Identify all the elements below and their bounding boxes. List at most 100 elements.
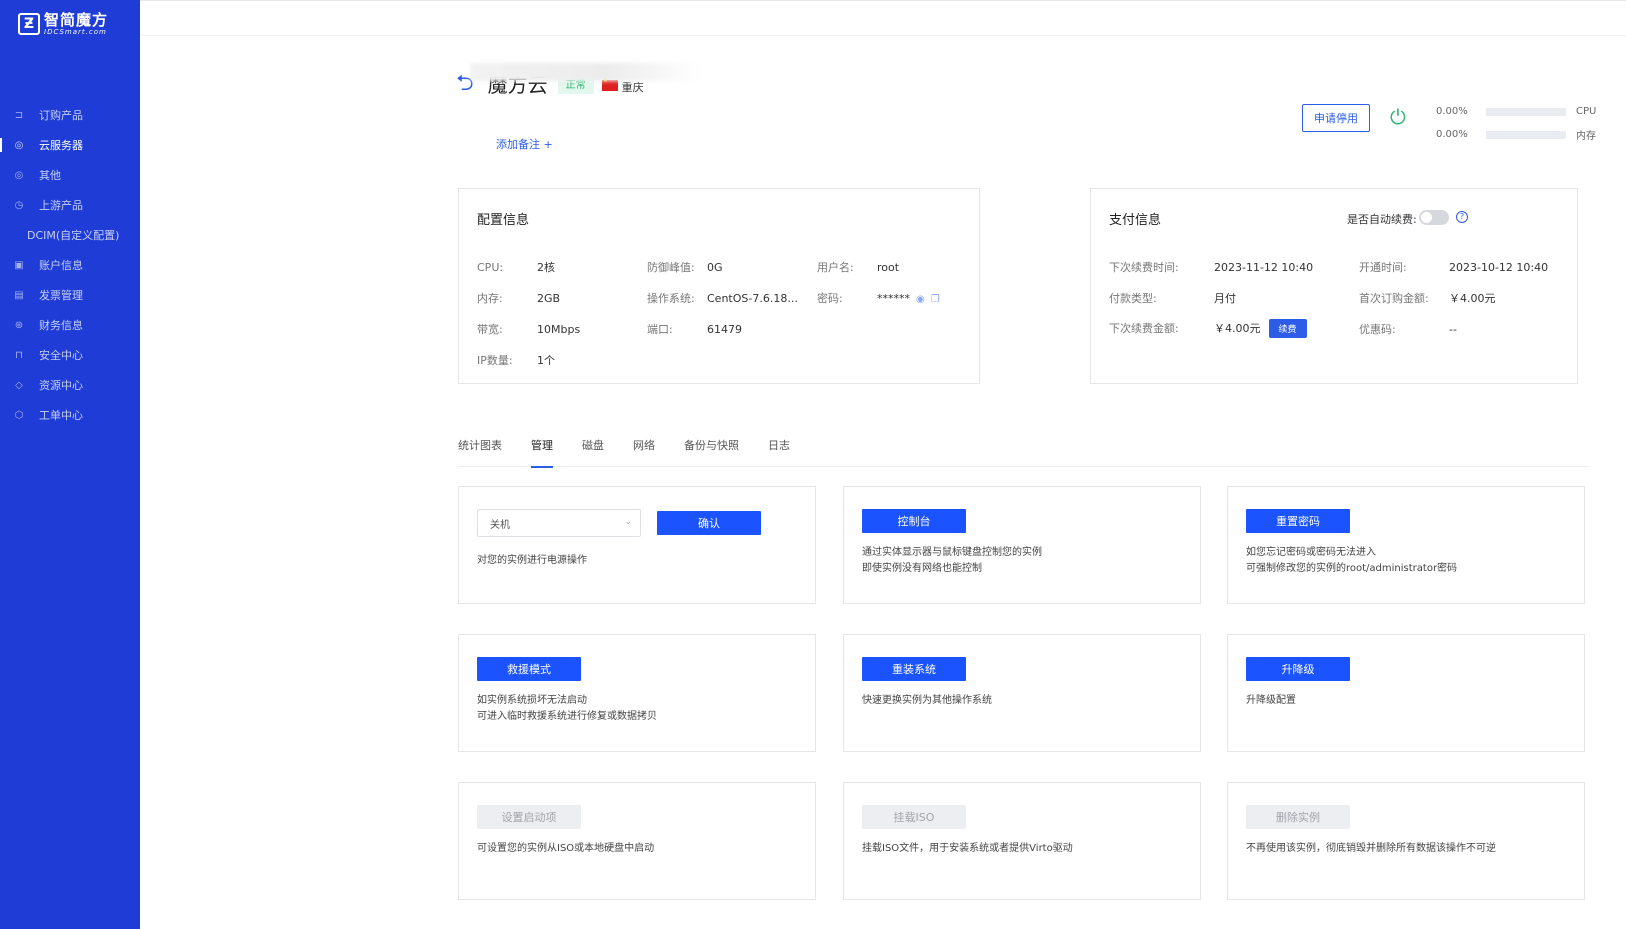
config-value: root: [877, 261, 900, 274]
brand-logo[interactable]: Ƶ 智简魔方 IDCSmart.com: [18, 10, 108, 38]
payment-value: 2023-11-12 10:40: [1214, 261, 1314, 274]
config-port: 端口: 61479: [647, 321, 742, 337]
payment-card: 支付信息 是否自动续费: ? 下次续费时间: 2023-11-12 10:40 付…: [1090, 188, 1578, 384]
mount-iso-card: 挂载ISO 挂载ISO文件，用于安装系统或者提供Virto驱动: [843, 782, 1201, 900]
console-desc-line1: 通过实体显示器与鼠标键盘控制您的实例: [862, 547, 1042, 558]
help-icon[interactable]: ?: [1456, 211, 1468, 223]
sidebar-item-label: 发票管理: [39, 289, 83, 302]
china-flag-icon: [601, 77, 618, 91]
sidebar-item-dcim[interactable]: DCIM(自定义配置): [0, 220, 140, 250]
lock-icon: ⊓: [15, 349, 23, 361]
reinstall-desc: 快速更换实例为其他操作系统: [862, 693, 992, 709]
payment-value: --: [1449, 323, 1457, 336]
payment-value: 月付: [1214, 292, 1236, 305]
upgrade-button[interactable]: 升降级: [1246, 657, 1350, 681]
config-bandwidth: 带宽: 10Mbps: [477, 321, 580, 337]
payment-value: 2023-10-12 10:40: [1449, 261, 1549, 274]
payment-key: 下次续费时间:: [1109, 261, 1179, 274]
confirm-button[interactable]: 确认: [657, 511, 761, 535]
memory-usage: 0.00% 内存: [1436, 123, 1606, 146]
cpu-usage-value: 0.00%: [1436, 106, 1468, 117]
power-action-select[interactable]: 关机 ⌄: [477, 509, 641, 537]
config-cpu: CPU: 2核: [477, 259, 555, 275]
cpu-usage-bar: [1486, 107, 1566, 116]
renew-button[interactable]: 续费: [1268, 319, 1307, 338]
power-desc-line: 对您的实例进行电源操作: [477, 555, 587, 566]
payment-key: 付款类型:: [1109, 292, 1157, 305]
tab-manage[interactable]: 管理: [531, 437, 553, 468]
payment-key: 首次订购金额:: [1359, 292, 1429, 305]
power-icon[interactable]: ⏻: [1390, 107, 1410, 127]
reset-password-desc-line2: 可强制修改您的实例的root/administrator密码: [1246, 563, 1458, 574]
boot-order-desc-line1: 可设置您的实例从ISO或本地硬盘中启动: [477, 843, 655, 854]
rescue-card: 救援模式 如实例系统损坏无法启动 可进入临时救援系统进行修复或数据拷贝: [458, 634, 816, 752]
config-value: 2核: [537, 261, 555, 274]
delete-instance-button[interactable]: 删除实例: [1246, 805, 1350, 829]
cpu-usage-label: CPU: [1576, 106, 1597, 117]
rescue-desc-line2: 可进入临时救援系统进行修复或数据拷贝: [477, 711, 657, 722]
invoice-icon: ▤: [14, 289, 24, 301]
tab-stats[interactable]: 统计图表: [458, 437, 502, 467]
sidebar-item-ticket[interactable]: ⬡ 工单中心: [0, 400, 140, 430]
cpu-usage: 0.00% CPU: [1436, 100, 1606, 123]
config-value: 1个: [537, 354, 555, 367]
detail-tabs: 统计图表 管理 磁盘 网络 备份与快照 日志: [458, 437, 1588, 468]
sidebar-item-label: 订购产品: [39, 109, 83, 122]
sidebar-item-resource[interactable]: ◇ 资源中心: [0, 370, 140, 400]
reset-password-desc: 如您忘记密码或密码无法进入 可强制修改您的实例的root/administrato…: [1246, 545, 1457, 577]
tab-log[interactable]: 日志: [768, 437, 790, 467]
sidebar-item-order[interactable]: ⊐ 订购产品: [0, 100, 140, 130]
reinstall-button[interactable]: 重装系统: [862, 657, 966, 681]
sidebar-item-finance[interactable]: ⊛ 财务信息: [0, 310, 140, 340]
open-time: 开通时间: 2023-10-12 10:40: [1359, 259, 1548, 275]
memory-usage-label: 内存: [1576, 131, 1596, 142]
cart-icon: ⊐: [14, 109, 24, 121]
sidebar-item-label: 上游产品: [39, 199, 83, 212]
apply-stop-button[interactable]: 申请停用: [1302, 104, 1370, 132]
copy-icon[interactable]: ❐: [931, 294, 940, 305]
ticket-icon: ⬡: [14, 409, 24, 421]
tab-backup[interactable]: 备份与快照: [684, 437, 739, 467]
config-memory: 内存: 2GB: [477, 290, 560, 306]
rescue-mode-button[interactable]: 救援模式: [477, 657, 581, 681]
database-icon: ◎: [14, 169, 24, 181]
sidebar-item-label: 账户信息: [39, 259, 83, 272]
next-renew-time: 下次续费时间: 2023-11-12 10:40: [1109, 259, 1313, 275]
sidebar-item-other[interactable]: ◎ 其他: [0, 160, 140, 190]
console-button[interactable]: 控制台: [862, 509, 966, 533]
config-value: CentOS-7.6.18...: [707, 292, 798, 305]
sidebar-item-security[interactable]: ⊓ 安全中心: [0, 340, 140, 370]
config-card: 配置信息 CPU: 2核 内存: 2GB 带宽: 10Mbps IP数量: 1个 防御峰…: [458, 188, 980, 384]
boot-order-button[interactable]: 设置启动项: [477, 805, 581, 829]
add-note-link[interactable]: 添加备注 +: [496, 136, 553, 152]
payment-key: 开通时间:: [1359, 261, 1407, 274]
database-icon: ◎: [14, 139, 24, 151]
memory-usage-bar: [1486, 130, 1566, 139]
reinstall-card: 重装系统 快速更换实例为其他操作系统: [843, 634, 1201, 752]
sidebar-item-cloud-server[interactable]: ◎ 云服务器: [0, 130, 140, 160]
sidebar-item-invoice[interactable]: ▤ 发票管理: [0, 280, 140, 310]
sidebar-item-label: 云服务器: [39, 139, 83, 152]
config-key: 密码:: [817, 292, 843, 305]
tab-disk[interactable]: 磁盘: [582, 437, 604, 467]
delete-instance-desc-line1: 不再使用该实例，彻底销毁并删除所有数据该操作不可逆: [1246, 843, 1496, 854]
first-amount: 首次订购金额: ￥4.00元: [1359, 290, 1496, 306]
auto-renew-toggle[interactable]: [1419, 210, 1449, 225]
finance-icon: ⊛: [14, 319, 24, 331]
rescue-desc: 如实例系统损坏无法启动 可进入临时救援系统进行修复或数据拷贝: [477, 693, 657, 725]
reset-password-button[interactable]: 重置密码: [1246, 509, 1350, 533]
tab-network[interactable]: 网络: [633, 437, 655, 467]
sidebar-item-account[interactable]: ▣ 账户信息: [0, 250, 140, 280]
config-title: 配置信息: [477, 213, 530, 228]
config-key: 操作系统:: [647, 292, 695, 305]
clock-icon: ◷: [14, 199, 24, 211]
mount-iso-button[interactable]: 挂载ISO: [862, 805, 966, 829]
sidebar-item-upstream[interactable]: ◷ 上游产品: [0, 190, 140, 220]
config-key: IP数量:: [477, 354, 513, 367]
eye-icon[interactable]: ◉: [916, 294, 925, 305]
config-value: 2GB: [537, 292, 561, 305]
sidebar-item-label: DCIM(自定义配置): [27, 229, 120, 242]
boot-order-card: 设置启动项 可设置您的实例从ISO或本地硬盘中启动: [458, 782, 816, 900]
config-key: 端口:: [647, 323, 673, 336]
config-defense: 防御峰值: 0G: [647, 259, 723, 275]
